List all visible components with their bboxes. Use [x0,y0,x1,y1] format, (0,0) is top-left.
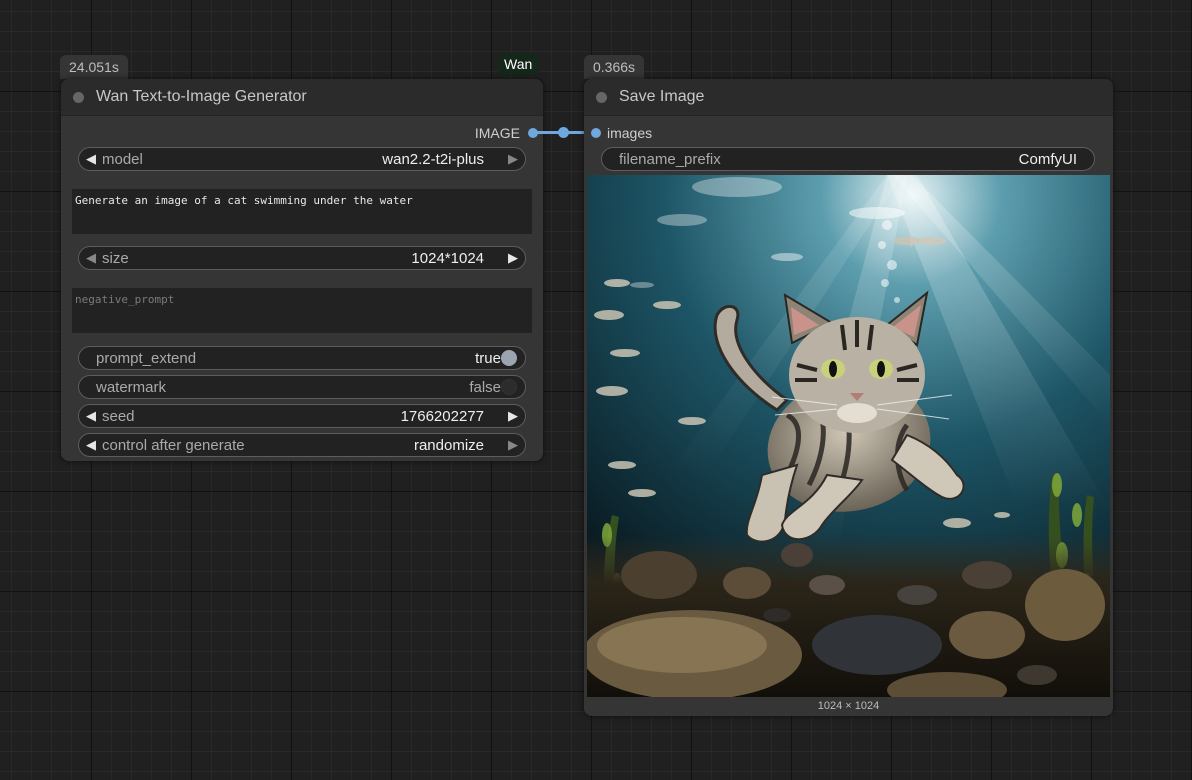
node-header[interactable]: Save Image [584,79,1113,116]
size-label: size [102,250,129,267]
images-input-label: images [607,125,653,141]
decrement-arrow-icon[interactable]: ◀ [86,250,96,266]
toggle-knob-icon[interactable] [501,379,517,395]
collapse-dot-icon[interactable] [73,92,84,103]
control-after-generate-label: control after generate [102,437,245,454]
filename-prefix-value: ComfyUI [1018,151,1077,168]
prompt-extend-label: prompt_extend [96,350,197,367]
image-dimensions: 1024 × 1024 [817,700,880,712]
negative-prompt-placeholder: negative_prompt [75,293,175,306]
image-output-label: IMAGE [474,125,520,141]
seed-label: seed [102,408,135,425]
cat-underwater-image [587,175,1110,697]
prompt-extend-toggle[interactable]: prompt_extend true [78,346,526,370]
decrement-arrow-icon[interactable]: ◀ [86,408,96,424]
decrement-arrow-icon[interactable]: ◀ [86,151,96,167]
watermark-label: watermark [96,379,167,396]
node-header[interactable]: Wan Text-to-Image Generator [61,79,543,116]
watermark-value: false [469,379,501,396]
link-midpoint-icon[interactable] [558,127,569,138]
watermark-toggle[interactable]: watermark false [78,375,526,399]
prompt-extend-value: true [475,350,501,367]
increment-arrow-icon[interactable]: ▶ [508,151,518,167]
increment-arrow-icon[interactable]: ▶ [508,437,518,453]
control-after-generate-combo[interactable]: ◀ control after generate randomize ▶ [78,433,526,457]
size-combo[interactable]: ◀ size 1024*1024 ▶ [78,246,526,270]
node-title: Save Image [619,88,705,105]
model-value: wan2.2-t2i-plus [382,151,484,168]
images-input-slot[interactable] [591,128,601,138]
prompt-text: Generate an image of a cat swimming unde… [75,194,413,207]
node-title: Wan Text-to-Image Generator [96,88,307,105]
size-value: 1024*1024 [411,250,484,267]
node-source-badge: Wan [498,53,539,76]
control-after-generate-value: randomize [413,437,484,454]
execution-time-badge: 0.366s [584,55,645,79]
save-image-node[interactable]: Save Image images filename_prefix ComfyU… [584,79,1113,716]
seed-number-widget[interactable]: ◀ seed 1766202277 ▶ [78,404,526,428]
wan-text-to-image-node[interactable]: Wan Text-to-Image Generator IMAGE ◀ mode… [61,79,543,461]
filename-prefix-label: filename_prefix [619,151,721,168]
image-preview[interactable] [587,175,1110,697]
seed-value: 1766202277 [400,408,484,425]
decrement-arrow-icon[interactable]: ◀ [86,437,96,453]
collapse-dot-icon[interactable] [596,92,607,103]
increment-arrow-icon[interactable]: ▶ [508,408,518,424]
increment-arrow-icon[interactable]: ▶ [508,250,518,266]
execution-time-badge: 24.051s [60,55,128,79]
filename-prefix-field[interactable]: filename_prefix ComfyUI [601,147,1095,171]
model-label: model [102,151,143,168]
prompt-textarea[interactable]: Generate an image of a cat swimming unde… [72,189,532,234]
model-combo[interactable]: ◀ model wan2.2-t2i-plus ▶ [78,147,526,171]
negative-prompt-textarea[interactable]: negative_prompt [72,288,532,333]
toggle-knob-icon[interactable] [501,350,517,366]
